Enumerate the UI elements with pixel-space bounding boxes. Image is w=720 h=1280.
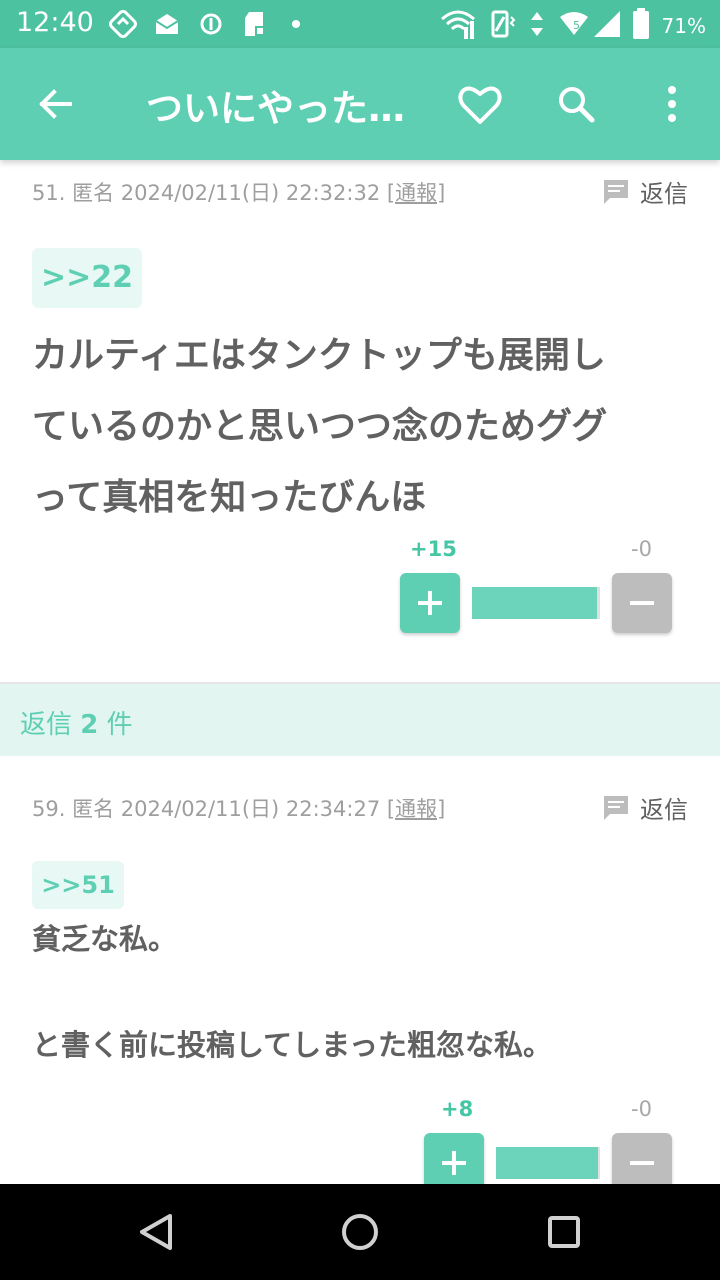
- reply-button[interactable]: 返信: [602, 174, 688, 209]
- reply-label: 返信: [640, 796, 688, 824]
- reply-button[interactable]: 返信: [602, 790, 688, 825]
- vote-ratio-bar: [496, 1147, 600, 1179]
- search-icon[interactable]: [552, 80, 600, 128]
- minus-icon: [630, 1161, 654, 1165]
- post-body: カルティエはタンクトップも展開し ているのかと思いつつ念のためググ って真相を知…: [32, 320, 692, 533]
- system-nav-bar: [0, 1184, 720, 1280]
- comment-icon: [604, 179, 628, 204]
- reply-label: 返信: [640, 180, 688, 208]
- minus-icon: [630, 601, 654, 605]
- status-time: 12:40: [16, 7, 94, 38]
- replies-count: 2: [80, 710, 99, 740]
- signal-icon: 5: [558, 9, 622, 43]
- replies-count-label: 返信 2 件: [20, 704, 133, 741]
- post-body-line: ているのかと思いつつ念のためググ: [32, 406, 608, 447]
- post-body-line: 貧乏な私。: [32, 922, 178, 956]
- status-system-icons: 5 71%: [440, 8, 706, 44]
- post-body: 貧乏な私。 と書く前に投稿してしまった粗忽な私。: [32, 913, 692, 1072]
- info-icon: [196, 10, 226, 38]
- replies-suffix: 件: [106, 710, 133, 740]
- post-body-line: [32, 966, 692, 1019]
- status-notifications: [108, 10, 300, 38]
- post-datetime: 2024/02/11(日) 22:32:32: [120, 181, 381, 205]
- post-datetime: 2024/02/11(日) 22:34:27: [120, 797, 381, 821]
- post-body-line: と書く前に投稿してしまった粗忽な私。: [32, 1028, 552, 1062]
- status-bar: 12:40 5 71%: [0, 0, 720, 48]
- heart-icon[interactable]: [456, 82, 504, 126]
- back-icon[interactable]: [32, 80, 80, 128]
- post-author: 匿名: [72, 181, 115, 205]
- mail-icon: [152, 10, 182, 38]
- post-number: 59.: [32, 797, 66, 821]
- svg-text:5: 5: [573, 19, 580, 32]
- back-nav-icon[interactable]: [136, 1212, 176, 1252]
- post-author: 匿名: [72, 797, 115, 821]
- report-link[interactable]: [通報]: [387, 797, 445, 821]
- plus-vote-button[interactable]: [400, 573, 460, 633]
- plus-icon: [418, 591, 442, 615]
- plus-count: +15: [410, 537, 457, 561]
- replies-prefix: 返信: [20, 710, 73, 740]
- home-nav-icon[interactable]: [340, 1212, 380, 1252]
- battery-icon: [632, 8, 650, 44]
- plus-icon: [442, 1151, 466, 1175]
- post-meta: 51. 匿名 2024/02/11(日) 22:32:32 [通報]: [32, 177, 445, 207]
- post-meta: 59. 匿名 2024/02/11(日) 22:34:27 [通報]: [32, 793, 445, 823]
- page-title: ついにやった…: [146, 87, 405, 130]
- recents-nav-icon[interactable]: [544, 1212, 584, 1252]
- post-body-line: って真相を知ったびんほ: [32, 477, 427, 518]
- replies-band[interactable]: 返信 2 件: [0, 682, 720, 756]
- plus-count: +8: [441, 1097, 474, 1121]
- minus-count: -0: [631, 537, 652, 561]
- vote-ratio-bar: [472, 587, 600, 619]
- vote-ratio-fill: [472, 587, 598, 619]
- minus-count: -0: [631, 1097, 652, 1121]
- post-body-line: カルティエはタンクトップも展開し: [32, 335, 606, 376]
- wifi-icon: [440, 9, 476, 43]
- post-number: 51.: [32, 181, 66, 205]
- sd-card-icon: [240, 10, 270, 38]
- vote-ratio-fill: [496, 1147, 598, 1179]
- sync-icon: [108, 10, 138, 38]
- battery-percent: 71%: [661, 14, 706, 38]
- anchor-link[interactable]: >>51: [32, 861, 124, 909]
- minus-vote-button[interactable]: [612, 573, 672, 633]
- anchor-link[interactable]: >>22: [32, 248, 142, 308]
- data-icon: [526, 9, 548, 43]
- report-link[interactable]: [通報]: [387, 181, 445, 205]
- comment-icon: [604, 795, 628, 820]
- more-icon[interactable]: [648, 80, 696, 128]
- vibrate-icon: [486, 9, 516, 43]
- dot-icon: [292, 20, 300, 28]
- app-bar: ついにやった…: [0, 48, 720, 160]
